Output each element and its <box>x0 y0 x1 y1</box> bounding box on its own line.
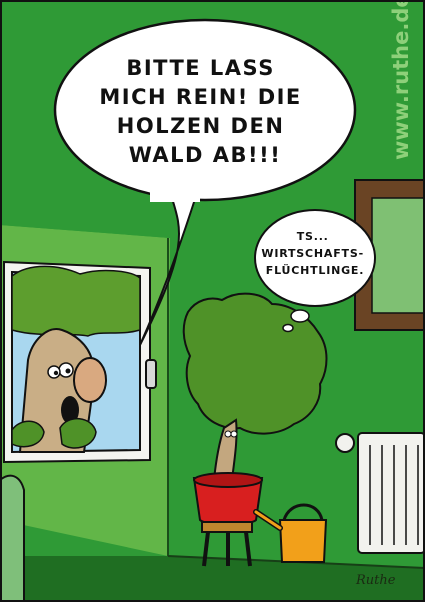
window-handle <box>145 359 157 389</box>
thought-line: FLÜCHTLINGE. <box>266 263 364 277</box>
comic-panel: BITTE LASS MICH REIN! DIE HOLZEN DEN WAL… <box>0 0 425 602</box>
artist-signature: Ruthe <box>355 573 396 588</box>
speech-line: MICH REIN! DIE <box>99 85 301 109</box>
comic-scene: BITTE LASS MICH REIN! DIE HOLZEN DEN WAL… <box>0 0 425 602</box>
watermark: www.ruthe.de <box>389 0 413 160</box>
tree-eye <box>47 365 61 379</box>
speech-line: HOLZEN DEN <box>117 114 285 138</box>
thought-line: WIRTSCHAFTS- <box>261 247 364 260</box>
armchair <box>0 474 25 602</box>
stool-top <box>201 521 253 533</box>
thought-dot <box>290 309 310 323</box>
speech-line: WALD AB!!! <box>129 143 282 167</box>
thought-dot <box>282 323 294 333</box>
thought-line: TS... <box>297 230 329 243</box>
speech-line: BITTE LASS <box>126 56 275 80</box>
tree-canopy <box>11 265 141 337</box>
tree-nose <box>73 357 107 403</box>
radiator-knob <box>335 433 355 453</box>
